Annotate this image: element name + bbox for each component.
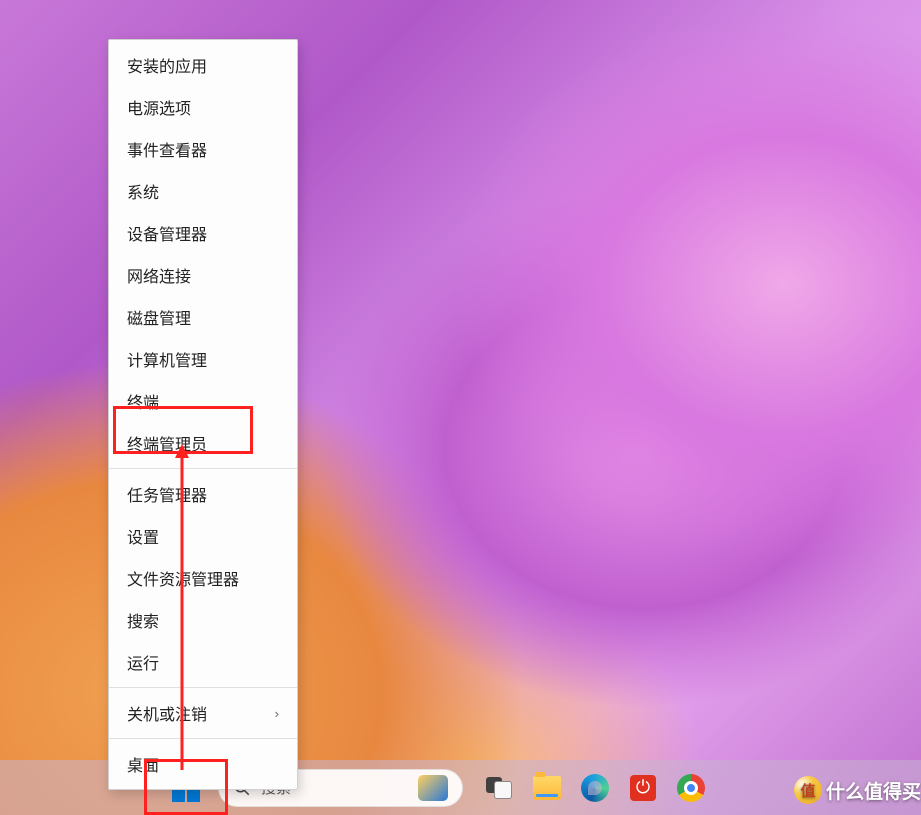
search-highlight-icon <box>418 775 448 801</box>
folder-icon <box>533 776 561 800</box>
menu-item-3[interactable]: 系统 <box>109 170 297 212</box>
menu-item-15[interactable]: 关机或注销 › <box>109 692 297 734</box>
menu-item-label: 桌面 <box>127 752 159 776</box>
menu-item-14[interactable]: 运行 <box>109 641 297 683</box>
watermark-text: 什么值得买 <box>826 777 921 804</box>
menu-item-12[interactable]: 文件资源管理器 <box>109 557 297 599</box>
menu-item-8[interactable]: 终端 <box>109 380 297 422</box>
edge-icon <box>581 774 609 802</box>
menu-item-label: 运行 <box>127 650 159 674</box>
watermark-badge-icon: 值 <box>794 776 822 804</box>
watermark: 值 什么值得买 <box>794 776 921 804</box>
menu-separator <box>109 738 297 739</box>
menu-item-label: 任务管理器 <box>127 482 207 506</box>
chrome-icon <box>677 774 705 802</box>
edge-button[interactable] <box>573 766 617 810</box>
task-view-icon <box>486 777 512 799</box>
menu-item-label: 计算机管理 <box>127 347 207 371</box>
menu-item-0[interactable]: 安装的应用 <box>109 44 297 86</box>
power-app-icon: ⏻ <box>630 775 656 801</box>
menu-item-label: 系统 <box>127 179 159 203</box>
menu-item-11[interactable]: 设置 <box>109 515 297 557</box>
winx-context-menu: 安装的应用电源选项事件查看器系统设备管理器网络连接磁盘管理计算机管理终端终端管理… <box>108 39 298 790</box>
menu-separator <box>109 468 297 469</box>
menu-item-label: 安装的应用 <box>127 53 207 77</box>
menu-item-label: 终端 <box>127 389 159 413</box>
menu-separator <box>109 687 297 688</box>
menu-item-5[interactable]: 网络连接 <box>109 254 297 296</box>
menu-item-13[interactable]: 搜索 <box>109 599 297 641</box>
menu-item-label: 磁盘管理 <box>127 305 191 329</box>
menu-item-label: 终端管理员 <box>127 431 207 455</box>
chrome-button[interactable] <box>669 766 713 810</box>
menu-item-label: 关机或注销 <box>127 701 207 725</box>
taskbar-pinned-apps: ⏻ <box>477 766 713 810</box>
menu-item-9[interactable]: 终端管理员 <box>109 422 297 464</box>
menu-item-label: 网络连接 <box>127 263 191 287</box>
task-view-button[interactable] <box>477 766 521 810</box>
menu-item-4[interactable]: 设备管理器 <box>109 212 297 254</box>
menu-item-2[interactable]: 事件查看器 <box>109 128 297 170</box>
menu-item-label: 电源选项 <box>127 95 191 119</box>
menu-item-1[interactable]: 电源选项 <box>109 86 297 128</box>
menu-item-6[interactable]: 磁盘管理 <box>109 296 297 338</box>
app-button-red[interactable]: ⏻ <box>621 766 665 810</box>
file-explorer-button[interactable] <box>525 766 569 810</box>
menu-item-label: 文件资源管理器 <box>127 566 239 590</box>
menu-item-16[interactable]: 桌面 <box>109 743 297 785</box>
menu-item-label: 事件查看器 <box>127 137 207 161</box>
menu-item-label: 设置 <box>127 524 159 548</box>
menu-item-label: 设备管理器 <box>127 221 207 245</box>
menu-item-10[interactable]: 任务管理器 <box>109 473 297 515</box>
menu-item-label: 搜索 <box>127 608 159 632</box>
menu-item-7[interactable]: 计算机管理 <box>109 338 297 380</box>
chevron-right-icon: › <box>275 706 279 721</box>
